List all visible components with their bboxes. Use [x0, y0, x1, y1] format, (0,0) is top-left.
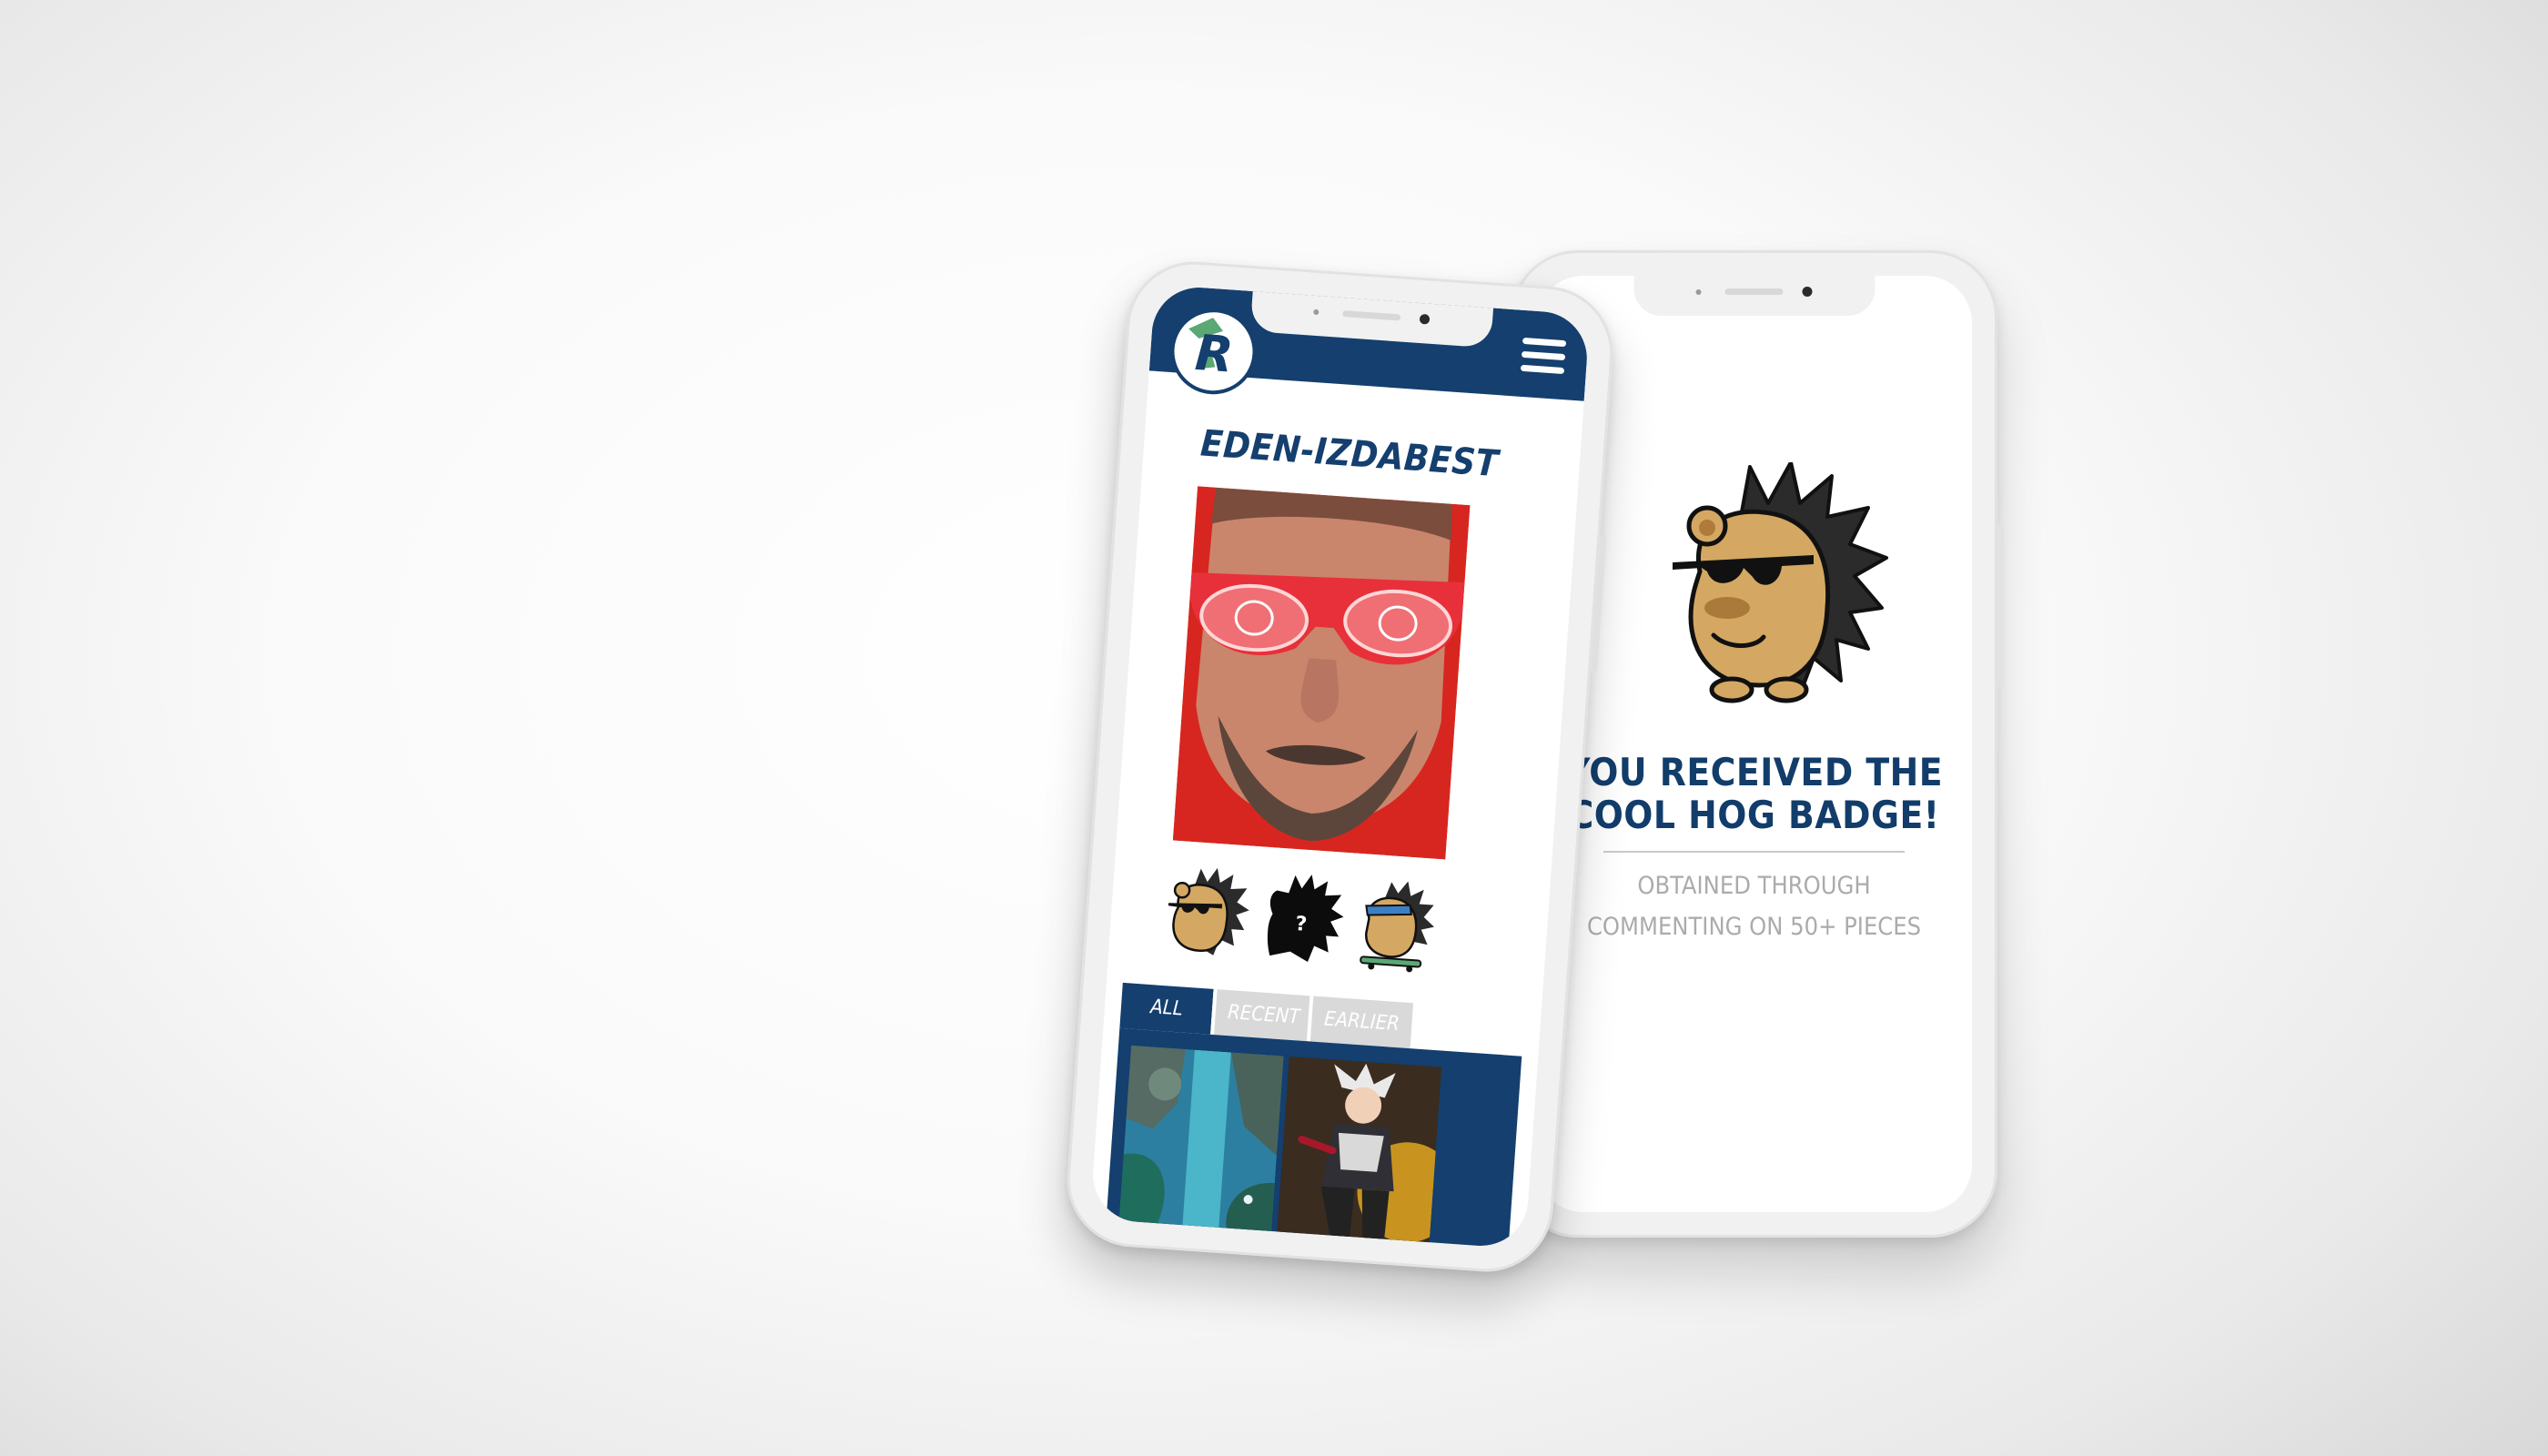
tab-recent[interactable]: RECENT	[1210, 988, 1314, 1042]
profile-screen: R EDEN-IZDABEST ? ALL RECENT EARLIER	[1089, 284, 1591, 1249]
warrior-artwork-image	[1276, 1056, 1442, 1249]
badge-subtitle-line: OBTAINED THROUGH	[1637, 872, 1871, 900]
mystery-glyph: ?	[1295, 913, 1308, 936]
locked-badge-icon[interactable]: ?	[1257, 871, 1347, 967]
badges-row: ?	[1148, 864, 1455, 985]
speaker-grille	[1342, 309, 1401, 321]
phone-profile-screen: R EDEN-IZDABEST ? ALL RECENT EARLIER	[1062, 257, 1618, 1277]
tab-all[interactable]: ALL	[1119, 982, 1214, 1035]
tab-earlier[interactable]: EARLIER	[1306, 996, 1414, 1049]
badge-subtitle-line: COMMENTING ON 50+ PIECES	[1586, 913, 1922, 941]
sensor-icon	[1312, 308, 1319, 316]
profile-photo-image	[1172, 486, 1471, 860]
gallery-thumbnail[interactable]	[1276, 1056, 1442, 1249]
phone-notch	[1633, 276, 1875, 316]
hamburger-menu-icon[interactable]	[1520, 337, 1567, 382]
logo-letter: R	[1193, 324, 1235, 384]
divider	[1603, 851, 1905, 853]
speaker-grille	[1724, 288, 1784, 295]
front-camera-icon	[1802, 287, 1812, 297]
logo-icon: R	[1188, 318, 1235, 384]
badge-subtitle: OBTAINED THROUGH COMMENTING ON 50+ PIECE…	[1536, 865, 1972, 947]
badge-title-line: YOU RECEIVED THE	[1564, 750, 1944, 794]
gallery-thumbnail[interactable]	[1118, 1045, 1284, 1238]
badge-title-line: COOL HOG BADGE!	[1568, 793, 1940, 837]
profile-photo[interactable]	[1172, 486, 1471, 860]
skater-hog-badge-icon[interactable]	[1350, 877, 1440, 974]
badge-title: YOU RECEIVED THE COOL HOG BADGE!	[1536, 751, 1972, 836]
artwork-gallery	[1105, 1027, 1522, 1249]
front-camera-icon	[1419, 313, 1430, 325]
profile-username: EDEN-IZDABEST	[1198, 422, 1500, 486]
cool-hog-badge-icon[interactable]	[1162, 864, 1252, 961]
side-button	[1997, 523, 2004, 687]
sensor-icon	[1695, 289, 1701, 295]
cool-hog-badge-icon	[1673, 462, 1888, 703]
forest-artwork-image	[1118, 1045, 1284, 1238]
app-logo[interactable]: R	[1168, 306, 1259, 398]
